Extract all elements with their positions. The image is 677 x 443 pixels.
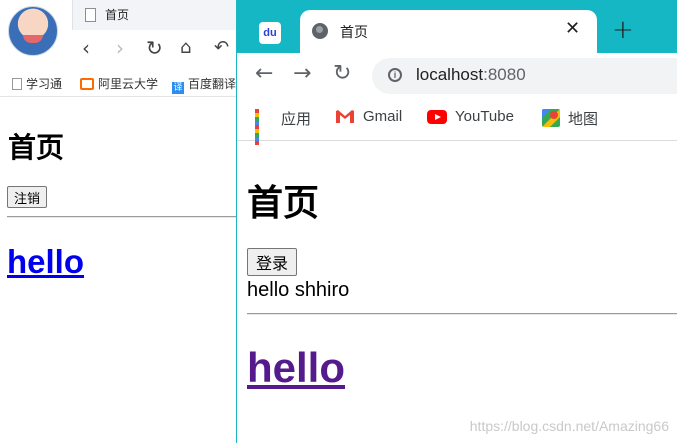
baidu-tab[interactable]: du: [259, 22, 281, 44]
bookmark-youtube[interactable]: YouTube: [427, 108, 514, 125]
bookmark-baidu-translate[interactable]: 译百度翻译: [172, 75, 236, 94]
active-tab[interactable]: 首页 ✕: [300, 10, 597, 53]
page-title: 首页: [8, 131, 65, 164]
baidu-paw-icon: du: [263, 27, 277, 39]
new-tab-icon[interactable]: +: [612, 15, 634, 45]
watermark: https://blog.csdn.net/Amazing66: [469, 418, 669, 434]
youtube-icon: [427, 110, 447, 124]
bookmark-aliyun[interactable]: 阿里云大学: [80, 75, 158, 92]
back-icon[interactable]: ‹: [82, 36, 90, 60]
left-browser-header: 首页 ‹ › ↻ ⌂ ↶: [0, 0, 236, 68]
logout-button[interactable]: 注销: [7, 186, 48, 208]
gmail-icon: [336, 110, 354, 123]
left-nav-bar: ‹ › ↻ ⌂ ↶: [72, 34, 236, 64]
divider: [7, 216, 236, 218]
forward-icon[interactable]: ›: [116, 36, 124, 60]
hello-link[interactable]: hello: [247, 344, 345, 392]
page-icon: [85, 8, 96, 22]
undo-icon[interactable]: ↶: [214, 36, 229, 60]
reload-icon[interactable]: ↻: [146, 36, 163, 60]
translate-icon: 译: [172, 82, 184, 94]
login-button[interactable]: 登录: [247, 248, 298, 276]
page-content: 首页 登录 hello shhiro hello: [237, 141, 677, 443]
page-title: 首页: [247, 183, 320, 224]
bookmark-apps[interactable]: 应用: [255, 108, 311, 145]
active-tab-title: 首页: [340, 25, 368, 41]
maps-icon: [542, 109, 560, 127]
close-icon[interactable]: ✕: [565, 19, 580, 39]
url-text[interactable]: localhost:8080: [416, 65, 526, 85]
bookmark-gmail[interactable]: Gmail: [335, 108, 402, 125]
left-browser-window: 首页 ‹ › ↻ ⌂ ↶ 学习通 阿里云大学 译百度翻译 首页 注销 hello: [0, 0, 236, 443]
bookmark-maps[interactable]: 地图: [542, 108, 598, 129]
home-icon[interactable]: ⌂: [180, 36, 191, 60]
info-icon[interactable]: i: [388, 68, 402, 82]
forward-arrow-icon[interactable]: →: [293, 61, 311, 87]
globe-icon: [312, 23, 328, 39]
bookmark-xuexitong[interactable]: 学习通: [12, 75, 62, 92]
reload-icon[interactable]: ↻: [333, 61, 351, 87]
left-bookmarks-bar: 学习通 阿里云大学 译百度翻译: [0, 70, 236, 97]
avatar[interactable]: [8, 6, 58, 56]
greeting-text: hello shhiro: [247, 279, 350, 301]
back-arrow-icon[interactable]: ←: [255, 61, 273, 87]
hello-link[interactable]: hello: [7, 243, 84, 281]
aliyun-icon: [80, 78, 94, 90]
page-icon: [12, 78, 22, 90]
toolbar: ← → ↻ i localhost:8080: [237, 53, 677, 98]
address-bar[interactable]: i localhost:8080: [372, 58, 677, 94]
bookmarks-bar: 应用 Gmail YouTube 地图: [237, 98, 677, 145]
left-tab[interactable]: 首页: [72, 0, 236, 30]
apps-grid-icon: [255, 109, 273, 145]
tab-strip: du 首页 ✕ +: [237, 0, 677, 53]
divider: [247, 313, 677, 315]
right-browser-window: du 首页 ✕ + ← → ↻ i localhost:8080 应用 Gmai…: [236, 0, 677, 443]
left-tab-title: 首页: [105, 8, 130, 22]
